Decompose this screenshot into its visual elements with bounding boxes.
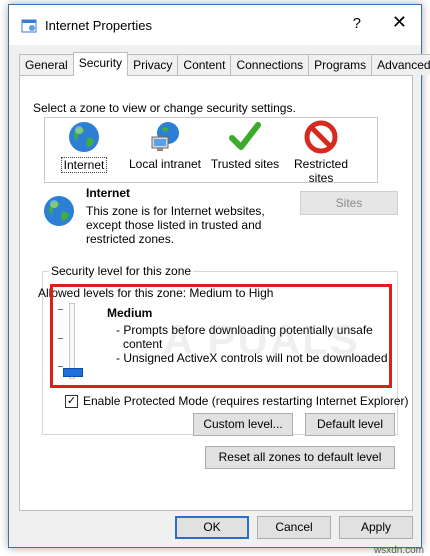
zone-internet[interactable]: Internet [41, 120, 127, 173]
zone-local-intranet[interactable]: Local intranet [122, 120, 208, 171]
tab-strip: General Security Privacy Content Connect… [19, 52, 430, 76]
description-line-3: restricted zones. [86, 232, 175, 246]
security-tab-panel: Select a zone to view or change security… [19, 75, 413, 511]
protected-mode-checkbox[interactable]: ✓ [65, 394, 78, 408]
zone-restricted-sites-label: Restricted sites [278, 157, 364, 185]
description-line-1: This zone is for Internet websites, [86, 204, 265, 218]
zone-internet-label: Internet [60, 157, 108, 173]
ok-button[interactable]: OK [175, 516, 249, 539]
default-level-button[interactable]: Default level [305, 413, 395, 436]
red-highlight-box [50, 284, 392, 388]
reset-all-zones-button[interactable]: Reset all zones to default level [205, 446, 395, 469]
title-bar: Internet Properties ? ✕ [9, 5, 421, 45]
help-button[interactable]: ? [353, 15, 361, 32]
tab-content[interactable]: Content [177, 54, 232, 75]
checkmark-icon [229, 122, 261, 150]
tab-connections[interactable]: Connections [230, 54, 310, 75]
selected-zone-description: This zone is for Internet websites, exce… [86, 204, 286, 246]
selected-zone-globe-icon [44, 196, 74, 226]
zone-restricted-line1: Restricted [293, 157, 349, 171]
no-entry-icon [304, 120, 338, 154]
zone-restricted-sites[interactable]: Restricted sites [278, 120, 364, 185]
zone-trusted-sites-label: Trusted sites [210, 157, 280, 171]
security-level-group-label: Security level for this zone [49, 264, 194, 278]
cancel-button[interactable]: Cancel [257, 516, 331, 539]
custom-level-button[interactable]: Custom level... [193, 413, 293, 436]
tab-security[interactable]: Security [72, 52, 129, 76]
apply-button[interactable]: Apply [339, 516, 413, 539]
zone-trusted-sites[interactable]: Trusted sites [202, 120, 288, 171]
internet-properties-dialog: Internet Properties ? ✕ General Security… [8, 4, 430, 548]
close-button[interactable]: ✕ [392, 12, 407, 33]
zone-local-intranet-label: Local intranet [128, 157, 202, 171]
tab-privacy[interactable]: Privacy [127, 54, 179, 75]
corner-watermark: wsxdn.com [373, 545, 424, 556]
zone-list: Internet Local intranet Trusted sites Re… [41, 117, 378, 185]
tab-advanced[interactable]: Advanced [371, 54, 430, 75]
tab-general[interactable]: General [19, 54, 74, 75]
zone-prompt-label: Select a zone to view or change security… [33, 101, 296, 115]
intranet-icon [151, 122, 179, 151]
tab-programs[interactable]: Programs [308, 54, 373, 75]
sites-button[interactable]: Sites [300, 191, 398, 215]
description-line-2: except those listed in trusted and [86, 218, 262, 232]
protected-mode-label: Enable Protected Mode (requires restarti… [83, 394, 409, 408]
protected-mode-row[interactable]: ✓ Enable Protected Mode (requires restar… [65, 394, 409, 408]
zone-restricted-line2: sites [308, 171, 334, 185]
window-title: Internet Properties [45, 18, 152, 33]
internet-options-icon [21, 19, 37, 33]
selected-zone-title: Internet [86, 186, 131, 200]
globe-icon [69, 122, 99, 152]
